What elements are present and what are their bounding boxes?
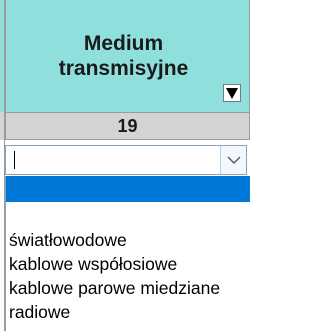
combo-box[interactable] [5, 145, 247, 175]
list-item-blank-selected[interactable] [6, 176, 250, 202]
combo-input[interactable] [6, 146, 216, 174]
list-item-radiowe[interactable]: radiowe [6, 300, 250, 324]
text-caret [14, 151, 15, 169]
list-item-blank[interactable] [6, 202, 250, 228]
list-item-kablowe-wspolosiowe[interactable]: kablowe współosiowe [6, 252, 250, 276]
dropdown-arrow-icon [226, 88, 238, 99]
column-header-title: Medium transmisyjne [58, 32, 189, 80]
value-cell[interactable]: 19 [5, 112, 250, 140]
chevron-down-icon [227, 156, 240, 164]
autofilter-button[interactable] [223, 84, 241, 102]
combo-dropdown-button[interactable] [220, 146, 246, 174]
dropdown-list[interactable]: światłowodowe kablowe współosiowe kablow… [5, 176, 250, 331]
list-item-kablowe-parowe[interactable]: kablowe parowe miedziane [6, 276, 250, 300]
list-item-swiatlowodowe[interactable]: światłowodowe [6, 228, 250, 252]
column-header-cell[interactable]: Medium transmisyjne [5, 0, 250, 112]
